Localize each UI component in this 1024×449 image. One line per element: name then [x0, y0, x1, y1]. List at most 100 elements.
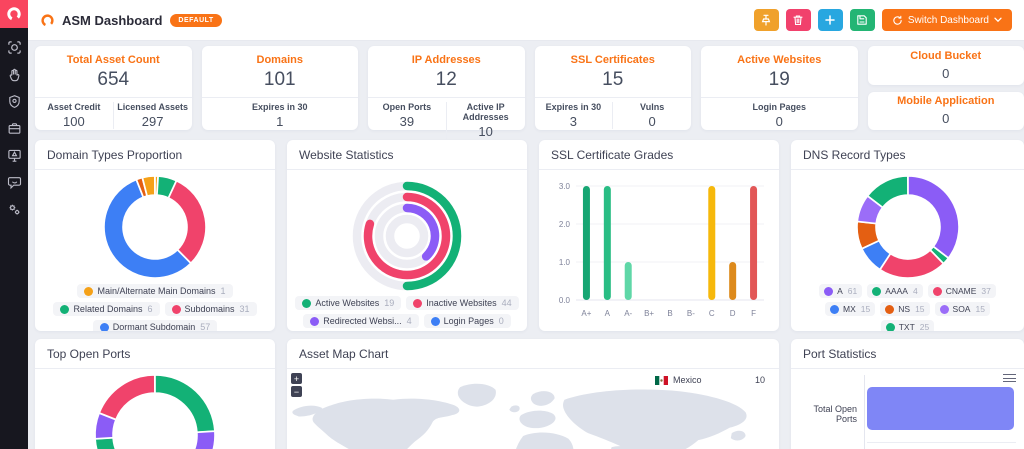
- stat-title: IP Addresses: [411, 54, 481, 66]
- save-icon: [857, 15, 868, 25]
- donut-segment[interactable]: [167, 179, 207, 265]
- stat-title: Total Asset Count: [66, 54, 160, 66]
- bar-F[interactable]: [750, 186, 758, 300]
- sidebar-item-chat[interactable]: [0, 169, 28, 196]
- stat-card-ip-addresses: IP Addresses 12 Open Ports 39 Active IP A…: [368, 46, 525, 139]
- svg-text:2.0: 2.0: [559, 220, 571, 229]
- sub-label: Asset Credit: [47, 102, 101, 112]
- hand-icon: [9, 68, 19, 82]
- donut-segment[interactable]: [173, 430, 216, 449]
- stat-title: Cloud Bucket: [910, 49, 982, 62]
- sub-value: 0: [775, 114, 783, 129]
- map-zoom-in-button[interactable]: +: [291, 373, 302, 384]
- switch-dashboard-button[interactable]: Switch Dashboard: [881, 9, 1012, 31]
- charts-row: Domain Types Proportion Main/Alternate M…: [35, 140, 1024, 331]
- chart-title: Top Open Ports: [35, 339, 275, 369]
- legend-item[interactable]: Active Websites 19: [295, 296, 402, 310]
- delete-button[interactable]: [785, 9, 811, 31]
- bar-A[interactable]: [603, 186, 611, 300]
- chart-title: DNS Record Types: [791, 140, 1024, 170]
- svg-text:0.0: 0.0: [559, 296, 571, 305]
- legend-item[interactable]: Main/Alternate Main Domains 1: [77, 284, 233, 298]
- legend-item[interactable]: MX 15: [825, 302, 876, 316]
- sub-label: Licensed Assets: [117, 102, 188, 112]
- stat-card-cloud-bucket: Cloud Bucket 0: [867, 46, 1024, 85]
- domain-types-card: Domain Types Proportion Main/Alternate M…: [35, 140, 275, 331]
- chart-title: SSL Certificate Grades: [539, 140, 779, 170]
- donut-segment[interactable]: [94, 436, 117, 449]
- header-actions: Switch Dashboard: [753, 9, 1012, 31]
- legend-item[interactable]: TXT 25: [880, 320, 935, 331]
- top-open-ports-card: Top Open Ports: [35, 339, 275, 449]
- save-button[interactable]: [849, 9, 875, 31]
- legend-item[interactable]: AAAA 4: [867, 284, 923, 298]
- svg-text:A-: A-: [624, 309, 632, 318]
- svg-text:F: F: [751, 309, 756, 318]
- map-zoom-out-button[interactable]: −: [291, 386, 302, 397]
- legend-item[interactable]: CNAME 37: [927, 284, 996, 298]
- sub-label: Expires in 30: [545, 102, 602, 112]
- legend-item[interactable]: Login Pages 0: [423, 314, 511, 328]
- chart-legend: A 61 AAAA 4 CNAME 37 MX 15 NS 15 SOA 15 TXT 25: [791, 280, 1024, 331]
- bar-A-[interactable]: [624, 262, 632, 300]
- pin-button[interactable]: [753, 9, 779, 31]
- stat-card-active-websites: Active Websites 19 Login Pages 0: [701, 46, 858, 130]
- sidebar-item-hand[interactable]: [0, 61, 28, 88]
- donut-segment[interactable]: [154, 374, 216, 434]
- chart-legend: Main/Alternate Main Domains 1 Related Doma…: [35, 280, 275, 331]
- switch-dashboard-label: Switch Dashboard: [907, 14, 989, 26]
- hbar-plot: [864, 375, 1016, 449]
- map-legend-country: Mexico: [673, 375, 702, 385]
- map-zoom-controls: + −: [291, 373, 302, 397]
- total-open-ports-bar[interactable]: [867, 387, 1015, 430]
- port-statistics-chart[interactable]: Total Open Ports: [791, 369, 1024, 449]
- dns-record-types-donut-chart[interactable]: A 61 AAAA 4 CNAME 37 MX 15 NS 15 SOA 15 TXT 25: [791, 174, 1024, 331]
- ssl-grades-card: SSL Certificate Grades 0.0 1.0 2.0 3.0 A+ A A-…: [539, 140, 779, 331]
- svg-text:B: B: [667, 309, 672, 318]
- domain-types-donut-chart[interactable]: Main/Alternate Main Domains 1 Related Doma…: [35, 174, 275, 331]
- bar-A+[interactable]: [582, 186, 590, 300]
- chart-legend: Active Websites 19 Inactive Websites 44 Redi…: [287, 292, 527, 328]
- legend-item[interactable]: Redirected Websi... 4: [303, 314, 419, 328]
- sidebar-item-scan[interactable]: [0, 34, 28, 61]
- bottom-row: Top Open Ports Asset Map Chart + − Mexic…: [35, 339, 1024, 449]
- legend-item[interactable]: Subdomains 31: [164, 302, 257, 316]
- ssl-grades-bar-chart[interactable]: 0.0 1.0 2.0 3.0 A+ A A- B+ B B- C D F: [539, 170, 779, 330]
- sidebar-item-shield[interactable]: [0, 88, 28, 115]
- sub-value: 1: [276, 114, 284, 129]
- legend-item[interactable]: SOA 15: [934, 302, 990, 316]
- bar-C[interactable]: [708, 186, 716, 300]
- ring-logo-icon: [7, 7, 21, 21]
- add-button[interactable]: [817, 9, 843, 31]
- stat-value: 101: [263, 69, 296, 90]
- legend-item[interactable]: NS 15: [880, 302, 930, 316]
- legend-item[interactable]: Inactive Websites 44: [406, 296, 519, 310]
- stat-value: 654: [97, 69, 130, 90]
- svg-text:B+: B+: [644, 309, 654, 318]
- legend-item[interactable]: Related Domains 6: [53, 302, 160, 316]
- app-logo[interactable]: [0, 0, 28, 28]
- legend-item[interactable]: Dormant Subdomain 57: [92, 320, 218, 331]
- website-statistics-radial-chart[interactable]: Active Websites 19 Inactive Websites 44 Redi…: [287, 180, 527, 331]
- svg-text:1.0: 1.0: [559, 258, 571, 267]
- sidebar-item-monitor[interactable]: [0, 142, 28, 169]
- sub-label: Expires in 30: [251, 102, 308, 112]
- sub-value: 10: [478, 124, 493, 139]
- port-statistics-card: Port Statistics Total Open Ports: [791, 339, 1024, 449]
- donut-segment[interactable]: [98, 374, 156, 421]
- scan-target-icon: [7, 41, 21, 54]
- top-open-ports-donut-chart[interactable]: [35, 373, 275, 449]
- legend-item[interactable]: A 61: [819, 284, 863, 298]
- chevron-down-icon: [994, 17, 1002, 23]
- asset-map-chart[interactable]: + − Mexico 10: [287, 369, 779, 449]
- sub-value: 3: [569, 114, 577, 129]
- dashboard-ring-icon: [41, 13, 54, 27]
- page-title: ASM Dashboard: [62, 12, 163, 28]
- bar-D[interactable]: [729, 262, 737, 300]
- mexico-flag-icon: [655, 375, 668, 385]
- sidebar-item-settings[interactable]: [0, 196, 28, 223]
- sidebar-item-briefcase[interactable]: [0, 115, 28, 142]
- dns-record-types-card: DNS Record Types A 61 AAAA 4 CNAME 37 MX 15 NS 15…: [791, 140, 1024, 331]
- map-legend-row: Mexico 10: [655, 375, 765, 385]
- svg-text:C: C: [709, 309, 715, 318]
